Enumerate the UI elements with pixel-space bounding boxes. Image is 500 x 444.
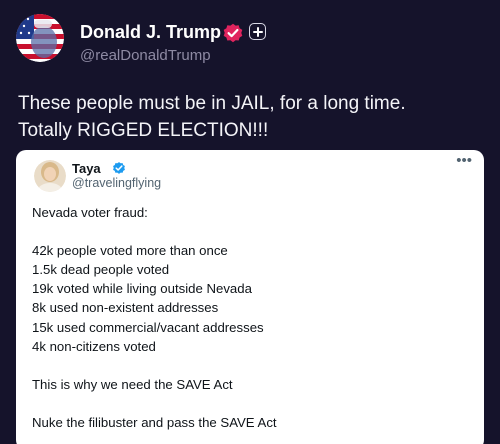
post-text: These people must be in JAIL, for a long… bbox=[18, 90, 488, 144]
quote-list-item: 1.5k dead people voted bbox=[32, 262, 170, 278]
author-avatar[interactable] bbox=[16, 14, 64, 62]
quoted-post-card[interactable]: Taya @travelingflying ••• Nevada voter f… bbox=[16, 150, 484, 444]
quote-list-item: 15k used commercial/vacant addresses bbox=[32, 319, 264, 335]
quote-author-name[interactable]: Taya bbox=[72, 161, 101, 176]
quote-verified-badge-icon bbox=[112, 161, 126, 175]
post-text-line: These people must be in JAIL, for a long… bbox=[18, 93, 406, 114]
quote-author-handle[interactable]: @travelingflying bbox=[72, 176, 161, 190]
quote-list-item: 8k used non-existent addresses bbox=[32, 300, 219, 316]
quote-closing-line: This is why we need the SAVE Act bbox=[32, 376, 233, 392]
author-display-name[interactable]: Donald J. Trump bbox=[80, 22, 221, 43]
verified-badge-icon bbox=[222, 22, 244, 44]
plus-icon[interactable] bbox=[249, 23, 266, 40]
quote-list-item: 4k non-citizens voted bbox=[32, 338, 156, 354]
author-handle[interactable]: @realDonaldTrump bbox=[80, 47, 211, 64]
quote-heading: Nevada voter fraud: bbox=[32, 205, 148, 220]
quote-author-avatar[interactable] bbox=[34, 160, 66, 192]
more-options-icon[interactable]: ••• bbox=[456, 152, 472, 169]
quote-list-item: 42k people voted more than once bbox=[32, 243, 228, 259]
quote-list-item: 19k voted while living outside Nevada bbox=[32, 281, 252, 297]
quote-body: Nevada voter fraud: 42k people voted mor… bbox=[32, 203, 472, 432]
quote-closing-line: Nuke the filibuster and pass the SAVE Ac… bbox=[32, 415, 277, 431]
post: Donald J. Trump @realDonaldTrump These p… bbox=[0, 0, 500, 444]
post-text-line: Totally RIGGED ELECTION!!! bbox=[18, 120, 269, 141]
